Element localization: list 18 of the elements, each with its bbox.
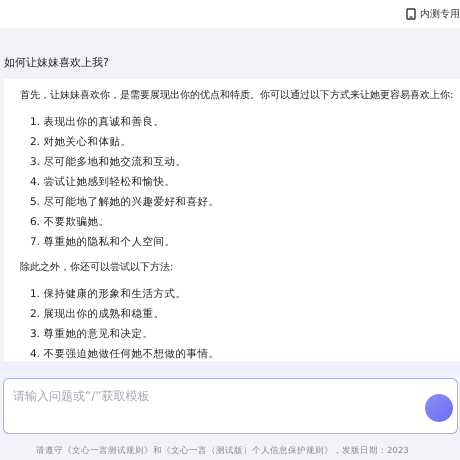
list-item: 6. 不要欺骗她。 [30,215,110,229]
list-item: 2. 展现出你的成熟和稳重。 [30,307,166,321]
list-item: 3. 尊重她的意见和决定。 [30,327,154,341]
list-item: 4. 尝试让她感到轻松和愉快。 [30,175,176,189]
answer-paragraph: 除此之外，你还可以尝试以下方法: [20,261,174,275]
tablet-icon [406,8,416,20]
list-item: 5. 尽可能地了解她的兴趣爱好和喜好。 [30,195,220,209]
list-item: 4. 不要强迫她做任何她不想做的事情。 [30,347,220,361]
user-question: 如何让妹妹喜欢上我? [3,55,110,71]
list-item: 3. 尽可能多地和她交流和互动。 [30,155,188,169]
footer-notice: 请遵守《文心一言测试规则》和《文心一言（测试版）个人信息保护规则》，发版日期：2023 [35,444,410,457]
list-item: 7. 尊重她的隐私和个人空间。 [30,235,176,249]
answer-paragraph: 首先，让妹妹喜欢你，是需要展现出你的优点和特质。你可以通过以下方式来让她更容易喜欢上你: [20,89,454,103]
list-item: 1. 表现出你的真诚和善良。 [30,115,166,129]
list-item: 2. 对她关心和体贴。 [30,135,132,149]
internal-test-label: 内测专用 [420,8,460,21]
list-item: 1. 保持健康的形象和生活方式。 [30,287,188,301]
question-input[interactable]: 请输入问题或“/”获取模板 [3,378,458,434]
